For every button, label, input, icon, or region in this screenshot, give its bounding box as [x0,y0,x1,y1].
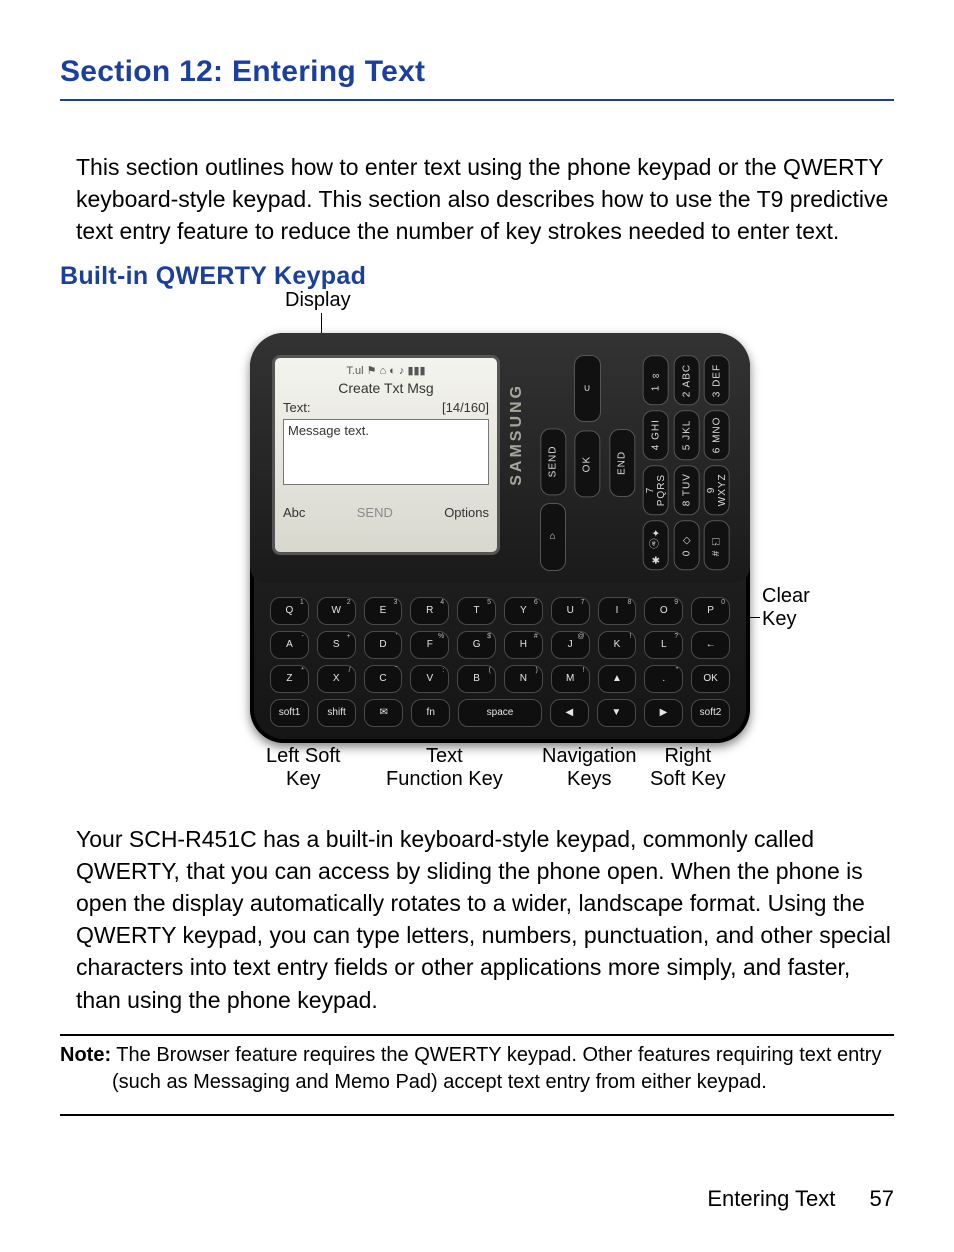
note-label: Note: [60,1044,111,1066]
label-text-fn: Text Function Key [386,745,503,791]
footer: Entering Text 57 [60,1186,894,1212]
qwerty-key: ◀ [550,699,589,727]
label-nav: Navigation Keys [542,745,637,791]
ok-key: OK [574,430,600,497]
qwerty-key: F% [410,631,449,659]
end-key: END [609,429,635,497]
qwerty-key: W2 [317,597,356,625]
qwerty-key: M! [551,665,590,693]
qwerty-key: O9 [644,597,683,625]
qwerty-key: ▶ [644,699,683,727]
numpad-key: 8 TUV [674,465,700,515]
qwerty-key: U7 [551,597,590,625]
note-text: The Browser feature requires the QWERTY … [111,1044,881,1093]
numpad-key: 6 MNO [704,410,730,460]
label-left-soft: Left Soft Key [266,745,341,791]
qwerty-key: soft2 [691,699,730,727]
numpad-key: 9 WXYZ [704,465,730,515]
status-bar: T.ul ⚑ ⌂ ◐ ♪ ▮▮▮ [283,364,489,378]
message-box: Message text. [283,419,489,485]
qwerty-key: D’ [364,631,403,659]
qwerty-key: T5 [457,597,496,625]
label-clear-key: Clear Key [762,585,810,631]
qwerty-key: fn [411,699,450,727]
char-counter: [14/160] [442,400,489,415]
text-label: Text: [283,400,310,415]
body-paragraph: Your SCH-R451C has a built-in keyboard-s… [76,823,894,1016]
qwerty-key: ✉ [364,699,403,727]
device-top: T.ul ⚑ ⌂ ◐ ♪ ▮▮▮ Create Txt Msg Text: [1… [250,333,750,583]
qwerty-key: soft1 [270,699,309,727]
numpad-key: 0 ◇ [674,520,700,570]
qwerty-key: X/ [317,665,356,693]
numpad: SEND ⌂ ∪ OK END 1 ∞2 ABC3 DEF 4 GHI5 JKL6… [540,355,730,571]
qwerty-key: ← [691,631,730,659]
intro-paragraph: This section outlines how to enter text … [76,151,894,248]
qwerty-key: OK [691,665,730,693]
qwerty-key: N) [504,665,543,693]
numpad-key: 3 DEF [704,355,730,405]
qwerty-key: shift [317,699,356,727]
qwerty-key: R4 [410,597,449,625]
brand-logo: SAMSUNG [508,383,526,486]
home-key: ⌂ [540,503,566,570]
qwerty-key: G$ [457,631,496,659]
qwerty-key: S+ [317,631,356,659]
numpad-key: 2 ABC [674,355,700,405]
screen-send: SEND [357,505,393,520]
qwerty-key: V: [410,665,449,693]
note-rule-bottom [60,1114,894,1116]
sub-heading: Built-in QWERTY Keypad [60,262,894,291]
qwerty-key: ▲ [598,665,637,693]
qwerty-key: B( [457,665,496,693]
note-rule-top [60,1034,894,1036]
qwerty-key: P0 [691,597,730,625]
numpad-key: ✱ ⓐ✦ [643,520,669,570]
qwerty-keypad: Q1 W2 E3R4 T5 Y6 U7 I8O9 P0 A- S+ D’F% G$ H# J@ K!L? ← Z… [270,593,730,731]
qwerty-key: A- [270,631,309,659]
qwerty-key: C‾ [364,665,403,693]
qwerty-key: I8 [598,597,637,625]
qwerty-key: L? [644,631,683,659]
label-right-soft: Right Soft Key [650,745,726,791]
note: Note: The Browser feature requires the Q… [60,1042,894,1096]
screen-title: Create Txt Msg [283,380,489,396]
screen-left-soft: Abc [283,505,305,520]
qwerty-key: ." [644,665,683,693]
section-title: Section 12: Entering Text [60,55,894,101]
qwerty-key: Y6 [504,597,543,625]
qwerty-key: K! [598,631,637,659]
qwerty-key: ▼ [597,699,636,727]
numpad-key: 4 GHI [643,410,669,460]
qwerty-key: H# [504,631,543,659]
qwerty-key: J@ [551,631,590,659]
footer-label: Entering Text [707,1186,835,1211]
numpad-key: # ⏍ [704,520,730,570]
device-figure: Display Clear Key Left Soft Key Text Fun… [170,295,890,795]
screen-right-soft: Options [444,505,489,520]
numpad-key: 7 PQRS [643,465,669,515]
qwerty-key: Q1 [270,597,309,625]
numpad-key: 1 ∞ [643,355,669,405]
qwerty-key: Z* [270,665,309,693]
qwerty-key: E3 [364,597,403,625]
send-key: SEND [540,428,566,495]
up-key: ∪ [574,355,600,422]
device-screen: T.ul ⚑ ⌂ ◐ ♪ ▮▮▮ Create Txt Msg Text: [1… [272,355,500,555]
label-display: Display [285,289,351,312]
device-body: T.ul ⚑ ⌂ ◐ ♪ ▮▮▮ Create Txt Msg Text: [1… [250,333,750,743]
page-number: 57 [870,1186,894,1211]
numpad-key: 5 JKL [674,410,700,460]
numpad-grid: 1 ∞2 ABC3 DEF 4 GHI5 JKL6 MNO 7 PQRS8 TUV9… [643,355,730,571]
qwerty-key: space [458,699,542,727]
